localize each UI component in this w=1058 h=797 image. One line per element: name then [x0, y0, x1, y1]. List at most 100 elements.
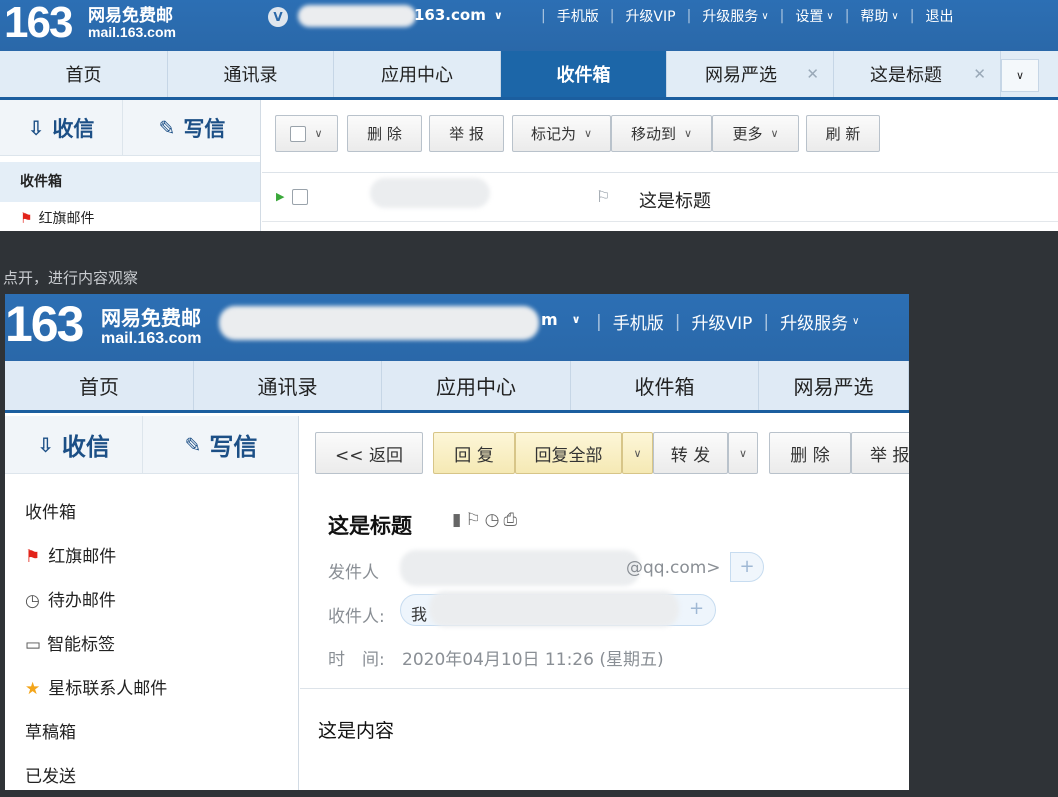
delete-button[interactable]: 删 除: [769, 432, 851, 474]
close-icon[interactable]: ✕: [973, 65, 986, 83]
forward-label: 转 发: [670, 445, 711, 466]
back-button[interactable]: << 返回: [315, 432, 423, 474]
move-to-button[interactable]: 移动到 ∨: [611, 115, 712, 152]
star-icon: ★: [25, 679, 41, 699]
add-sender-button[interactable]: +: [730, 552, 764, 582]
mark-as-button[interactable]: 标记为 ∨: [512, 115, 611, 152]
tab-apps[interactable]: 应用中心: [334, 51, 501, 97]
sidebar-item-label: 草稿箱: [25, 723, 76, 743]
nav-settings[interactable]: 设置: [795, 6, 823, 26]
nav-help[interactable]: 帮助: [860, 6, 888, 26]
time-value: 2020年04月10日 11:26 (星期五): [402, 650, 664, 670]
report-label: 举 报: [870, 445, 909, 466]
tag-icon: ▭: [25, 635, 42, 655]
chevron-down-icon: ∨: [314, 127, 323, 140]
table-row[interactable]: ▶ ⚐ 这是标题: [262, 178, 1058, 222]
tab-inbox[interactable]: 收件箱: [571, 361, 759, 410]
reply-all-button[interactable]: 回复全部: [515, 432, 622, 474]
move-to-label: 移动到: [630, 125, 676, 143]
nav-vip[interactable]: 升级VIP: [691, 309, 752, 334]
sender-address[interactable]: @qq.com>: [626, 558, 721, 578]
sidebar-item-todo[interactable]: ◷ 待办邮件: [25, 586, 116, 611]
nav-upgrade[interactable]: 升级服务: [780, 309, 848, 334]
red-flag-icon: ⚑: [20, 211, 33, 227]
tab-apps[interactable]: 应用中心: [382, 361, 571, 410]
sidebar-item-labels[interactable]: ▭ 智能标签: [25, 630, 115, 655]
write-label: 写信: [209, 433, 258, 461]
logo-163[interactable]: 163: [4, 0, 73, 48]
refresh-button[interactable]: 刷 新: [806, 115, 880, 152]
account-menu[interactable]: 163.com ∨: [414, 6, 503, 24]
select-all-checkbox[interactable]: ∨: [275, 115, 338, 152]
chevron-down-icon: ∨: [1015, 69, 1025, 82]
nav-vip[interactable]: 升级VIP: [625, 6, 675, 26]
row-checkbox[interactable]: [292, 189, 308, 205]
bookmark-icon[interactable]: ▮: [452, 510, 465, 530]
sidebar-item-label: 智能标签: [47, 635, 116, 655]
write-button[interactable]: ✎ 写信: [123, 100, 260, 156]
chevron-down-icon: ∨: [633, 446, 642, 460]
flag-outline-icon[interactable]: ⚐: [465, 510, 484, 530]
receive-button[interactable]: ⇩ 收信: [5, 416, 143, 474]
chevron-down-icon: ∨: [683, 127, 693, 140]
tab-home[interactable]: 首页: [0, 51, 168, 97]
sidebar-item-label: 收件箱: [25, 503, 76, 523]
reply-dropdown[interactable]: ∨: [622, 432, 653, 474]
delete-label: 删 除: [790, 445, 830, 466]
sidebar-item-label: 红旗邮件: [38, 211, 95, 227]
sidebar-item-sent[interactable]: 已发送: [25, 762, 76, 787]
sidebar-item-flagged[interactable]: ⚑ 红旗邮件: [0, 204, 260, 231]
receive-button[interactable]: ⇩ 收信: [0, 100, 123, 156]
sidebar-item-label: 待办邮件: [47, 591, 116, 611]
inbox-download-icon: ⇩: [37, 432, 54, 457]
sidebar-item-drafts[interactable]: 草稿箱: [25, 718, 76, 743]
nav-logout[interactable]: 退出: [925, 6, 953, 26]
close-icon[interactable]: ✕: [806, 65, 819, 83]
tab-home[interactable]: 首页: [5, 361, 194, 410]
report-button[interactable]: 举 报: [851, 432, 909, 474]
write-button[interactable]: ✎ 写信: [143, 416, 298, 474]
tab-inbox[interactable]: 收件箱: [501, 51, 667, 97]
tab-contacts[interactable]: 通讯录: [168, 51, 334, 97]
clock-icon[interactable]: ◷: [485, 510, 504, 530]
top-sidebar: ⇩ 收信 ✎ 写信 收件箱 ⚑ 红旗邮件: [0, 100, 261, 231]
chevron-down-icon: ∨: [891, 10, 899, 22]
tab-contacts[interactable]: 通讯录: [194, 361, 382, 410]
bottom-tabs: 首页 通讯录 应用中心 收件箱 网易严选: [5, 361, 909, 413]
recipient-chip[interactable]: 我 +: [400, 591, 716, 627]
logo-163[interactable]: 163: [5, 295, 84, 353]
write-label: 写信: [183, 116, 226, 141]
reply-all-label: 回复全部: [534, 445, 603, 466]
tab-yanxuan[interactable]: 网易严选: [759, 361, 909, 410]
bottom-sidebar: ⇩ 收信 ✎ 写信 收件箱 ⚑ 红旗邮件 ◷ 待办邮件 ▭ 智能标签 ★ 星标联系人邮件 草…: [5, 416, 299, 790]
tab-mail[interactable]: 这是标题 ✕: [834, 51, 1001, 97]
receive-label: 收信: [52, 116, 95, 141]
account-menu[interactable]: m ∨: [541, 310, 581, 329]
top-header: 163 网易免费邮 mail.163.com V 163.com ∨ | 手机版 …: [0, 0, 1058, 51]
sidebar-item-flagged[interactable]: ⚑ 红旗邮件: [25, 542, 116, 567]
tab-more[interactable]: ∨: [1001, 59, 1039, 92]
flag-outline-icon[interactable]: ⚐: [596, 187, 610, 206]
tab-label: 应用中心: [436, 375, 516, 399]
sidebar-item-inbox[interactable]: 收件箱: [0, 162, 260, 202]
top-nav: | 手机版 | 升级VIP | 升级服务 ∨ | 设置 ∨ | 帮助 ∨ | 退出: [541, 6, 954, 26]
recipient-blur: [429, 591, 679, 627]
expand-triangle-icon[interactable]: ▶: [276, 190, 284, 203]
divider: [262, 172, 1058, 173]
sidebar-item-starred[interactable]: ★ 星标联系人邮件: [25, 674, 167, 699]
delete-button[interactable]: 删 除: [347, 115, 422, 152]
sidebar-item-inbox[interactable]: 收件箱: [25, 498, 76, 523]
more-button[interactable]: 更多 ∨: [712, 115, 799, 152]
time-label: 时 间:: [328, 650, 385, 670]
reply-button[interactable]: 回 复: [433, 432, 515, 474]
forward-dropdown[interactable]: ∨: [728, 432, 758, 474]
bottom-screenshot: 163 网易免费邮 mail.163.com m ∨ | 手机版 | 升级VIP |…: [5, 294, 909, 790]
report-button[interactable]: 举 报: [429, 115, 504, 152]
nav-upgrade[interactable]: 升级服务: [702, 6, 758, 26]
tab-yanxuan[interactable]: 网易严选 ✕: [667, 51, 834, 97]
nav-mobile[interactable]: 手机版: [557, 6, 599, 26]
print-icon[interactable]: ⎙: [503, 510, 521, 530]
nav-mobile[interactable]: 手机版: [613, 309, 664, 334]
forward-button[interactable]: 转 发: [653, 432, 728, 474]
add-recipient-icon[interactable]: +: [689, 598, 704, 619]
